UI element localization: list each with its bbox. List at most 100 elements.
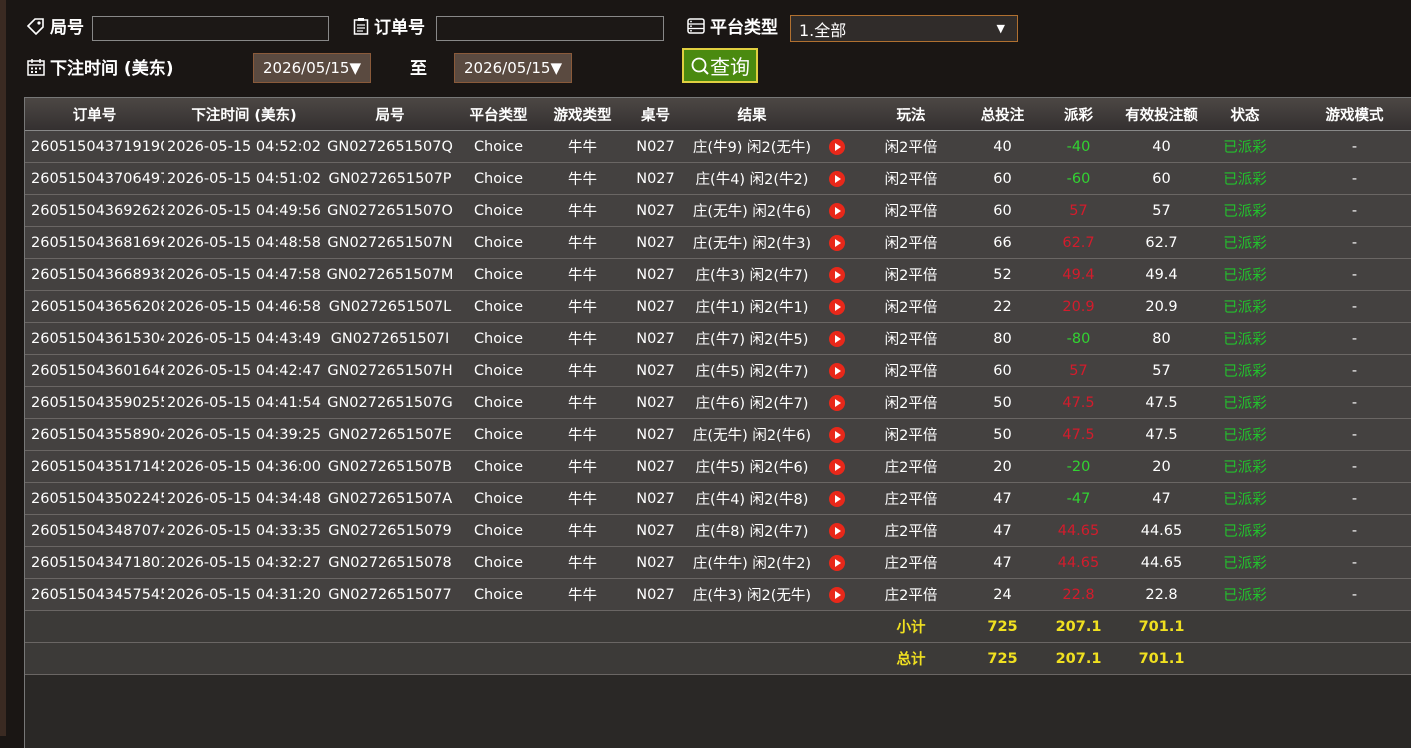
cell-table-no: N027 xyxy=(624,290,687,323)
table-row[interactable]: 260515043601646 2026-05-15 04:42:47 GN0272… xyxy=(25,354,1411,387)
query-button[interactable]: 查询 xyxy=(682,48,758,83)
cell-total-bet: 47 xyxy=(965,482,1040,515)
table-row[interactable]: 260515043615304 2026-05-15 04:43:49 GN0272… xyxy=(25,322,1411,355)
empty-cell xyxy=(817,642,857,675)
cell-replay[interactable] xyxy=(817,226,857,259)
table-row[interactable]: 260515043668938 2026-05-15 04:47:58 GN0272… xyxy=(25,258,1411,291)
play-icon[interactable] xyxy=(829,426,845,443)
cell-order-no: 260515043681696 xyxy=(25,226,164,259)
cell-valid-bet: 44.65 xyxy=(1117,546,1206,579)
cell-replay[interactable] xyxy=(817,546,857,579)
cell-platform-type: Choice xyxy=(456,290,541,323)
play-icon[interactable] xyxy=(829,362,845,379)
empty-cell xyxy=(1284,610,1411,643)
play-icon[interactable] xyxy=(829,170,845,187)
cell-platform-type: Choice xyxy=(456,450,541,483)
cell-valid-bet: 22.8 xyxy=(1117,578,1206,611)
cell-status: 已派彩 xyxy=(1206,354,1284,387)
cell-valid-bet: 20 xyxy=(1117,450,1206,483)
cell-bet-time: 2026-05-15 04:51:02 xyxy=(164,162,324,195)
cell-valid-bet: 60 xyxy=(1117,162,1206,195)
table-row[interactable]: 260515043487074 2026-05-15 04:33:35 GN0272… xyxy=(25,514,1411,547)
cell-replay[interactable] xyxy=(817,162,857,195)
column-header-game-mode: 游戏模式 xyxy=(1284,98,1411,131)
play-icon[interactable] xyxy=(829,202,845,219)
empty-cell xyxy=(541,642,624,675)
date-from-picker[interactable]: 2026/05/15▼ xyxy=(253,53,371,83)
cell-bet-type: 闲2平倍 xyxy=(857,226,965,259)
cell-status: 已派彩 xyxy=(1206,194,1284,227)
platform-filter: 平台类型 xyxy=(686,13,778,38)
cell-table-no: N027 xyxy=(624,386,687,419)
cell-valid-bet: 40 xyxy=(1117,130,1206,163)
total-valid-bet: 701.1 xyxy=(1117,642,1206,675)
round-input[interactable] xyxy=(92,16,329,41)
cell-table-no: N027 xyxy=(624,546,687,579)
cell-replay[interactable] xyxy=(817,578,857,611)
cell-platform-type: Choice xyxy=(456,162,541,195)
subtotal-label: 小计 xyxy=(857,610,965,643)
play-icon[interactable] xyxy=(829,394,845,411)
cell-status: 已派彩 xyxy=(1206,546,1284,579)
cell-replay[interactable] xyxy=(817,354,857,387)
cell-game-mode: - xyxy=(1284,258,1411,291)
play-icon[interactable] xyxy=(829,234,845,251)
platform-label: 平台类型 xyxy=(686,13,778,38)
cell-bet-type: 闲2平倍 xyxy=(857,258,965,291)
table-row[interactable]: 260515043692628 2026-05-15 04:49:56 GN0272… xyxy=(25,194,1411,227)
play-icon[interactable] xyxy=(829,490,845,507)
table-row[interactable]: 260515043457545 2026-05-15 04:31:20 GN0272… xyxy=(25,578,1411,611)
cell-table-no: N027 xyxy=(624,354,687,387)
time-filter: 下注时间 (美东) xyxy=(26,54,173,79)
cell-replay[interactable] xyxy=(817,386,857,419)
table-row[interactable]: 260515043558904 2026-05-15 04:39:25 GN0272… xyxy=(25,418,1411,451)
cell-order-no: 260515043487074 xyxy=(25,514,164,547)
play-icon[interactable] xyxy=(829,586,845,603)
cell-payout: 22.8 xyxy=(1040,578,1117,611)
table-row[interactable]: 260515043656208 2026-05-15 04:46:58 GN0272… xyxy=(25,290,1411,323)
cell-payout: 20.9 xyxy=(1040,290,1117,323)
empty-cell xyxy=(164,610,324,643)
play-icon[interactable] xyxy=(829,554,845,571)
cell-replay[interactable] xyxy=(817,450,857,483)
table-row[interactable]: 260515043471801 2026-05-15 04:32:27 GN0272… xyxy=(25,546,1411,579)
date-to-picker[interactable]: 2026/05/15▼ xyxy=(454,53,572,83)
table-row[interactable]: 260515043502245 2026-05-15 04:34:48 GN0272… xyxy=(25,482,1411,515)
cell-replay[interactable] xyxy=(817,194,857,227)
cell-replay[interactable] xyxy=(817,418,857,451)
cell-platform-type: Choice xyxy=(456,386,541,419)
cell-bet-time: 2026-05-15 04:42:47 xyxy=(164,354,324,387)
column-header-game-type: 游戏类型 xyxy=(541,98,624,131)
cell-result: 庄(牛牛) 闲2(牛2) xyxy=(687,546,817,579)
cell-replay[interactable] xyxy=(817,322,857,355)
cell-total-bet: 60 xyxy=(965,194,1040,227)
play-icon[interactable] xyxy=(829,138,845,155)
table-row[interactable]: 260515043681696 2026-05-15 04:48:58 GN0272… xyxy=(25,226,1411,259)
cell-replay[interactable] xyxy=(817,290,857,323)
cell-replay[interactable] xyxy=(817,258,857,291)
cell-replay[interactable] xyxy=(817,514,857,547)
table-row[interactable]: 260515043706497 2026-05-15 04:51:02 GN0272… xyxy=(25,162,1411,195)
table-row[interactable]: 260515043517145 2026-05-15 04:36:00 GN0272… xyxy=(25,450,1411,483)
order-input[interactable] xyxy=(436,16,664,41)
table-row[interactable]: 260515043719190 2026-05-15 04:52:02 GN0272… xyxy=(25,130,1411,163)
play-icon[interactable] xyxy=(829,522,845,539)
cell-platform-type: Choice xyxy=(456,226,541,259)
cell-game-type: 牛牛 xyxy=(541,546,624,579)
platform-select[interactable]: 1.全部 ▼ xyxy=(790,15,1018,42)
play-icon[interactable] xyxy=(829,458,845,475)
empty-cell xyxy=(324,610,456,643)
cell-replay[interactable] xyxy=(817,482,857,515)
table-row[interactable]: 260515043590255 2026-05-15 04:41:54 GN0272… xyxy=(25,386,1411,419)
cell-status: 已派彩 xyxy=(1206,162,1284,195)
play-icon[interactable] xyxy=(829,330,845,347)
play-icon[interactable] xyxy=(829,298,845,315)
empty-cell xyxy=(456,642,541,675)
cell-bet-type: 庄2平倍 xyxy=(857,546,965,579)
cell-bet-type: 庄2平倍 xyxy=(857,514,965,547)
cell-valid-bet: 49.4 xyxy=(1117,258,1206,291)
play-icon[interactable] xyxy=(829,266,845,283)
cell-round-no: GN0272651507P xyxy=(324,162,456,195)
cell-replay[interactable] xyxy=(817,130,857,163)
order-filter: 订单号 xyxy=(352,13,425,38)
